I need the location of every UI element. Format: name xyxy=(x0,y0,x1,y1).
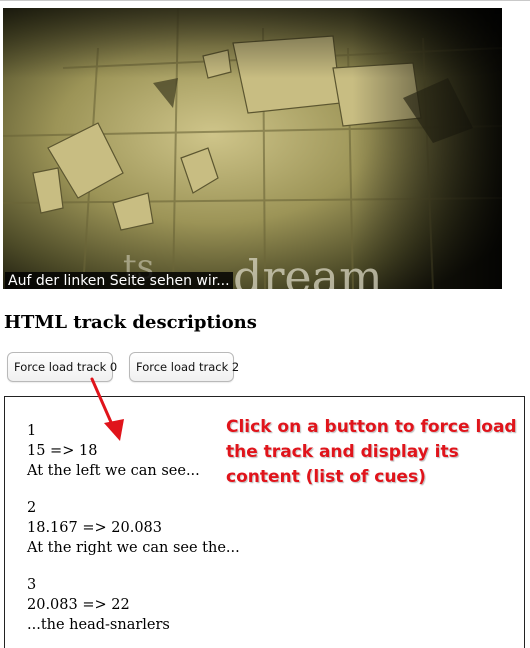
cue-item: 3 20.083 => 22 ...the head-snarlers xyxy=(27,575,170,635)
cue-item: 2 18.167 => 20.083 At the right we can s… xyxy=(27,498,240,558)
top-divider xyxy=(0,0,530,1)
video-player[interactable]: dream ts Auf der linken Seite sehen wir.… xyxy=(3,8,502,289)
svg-text:dream: dream xyxy=(233,250,383,289)
video-caption: Auf der linken Seite sehen wir... xyxy=(5,272,233,289)
annotation-line: Click on a button to force load xyxy=(226,417,517,437)
annotation-line: the track and display its xyxy=(226,442,459,462)
cue-time-range: 18.167 => 20.083 xyxy=(27,520,162,536)
cue-index: 2 xyxy=(27,500,37,516)
cue-time-range: 20.083 => 22 xyxy=(27,597,130,613)
video-frame-image: dream ts xyxy=(3,8,502,289)
page-title: HTML track descriptions xyxy=(4,312,257,333)
cue-text: At the left we can see... xyxy=(27,463,200,479)
cue-index: 3 xyxy=(27,577,37,593)
annotation-arrow-icon xyxy=(90,377,124,441)
cue-text: At the right we can see the... xyxy=(27,540,240,556)
annotation-line: content (list of cues) xyxy=(226,467,426,487)
force-load-track-2-button[interactable]: Force load track 2 xyxy=(129,352,239,382)
cue-text: ...the head-snarlers xyxy=(27,617,170,633)
annotation-note: Click on a button to force load the trac… xyxy=(226,415,526,490)
